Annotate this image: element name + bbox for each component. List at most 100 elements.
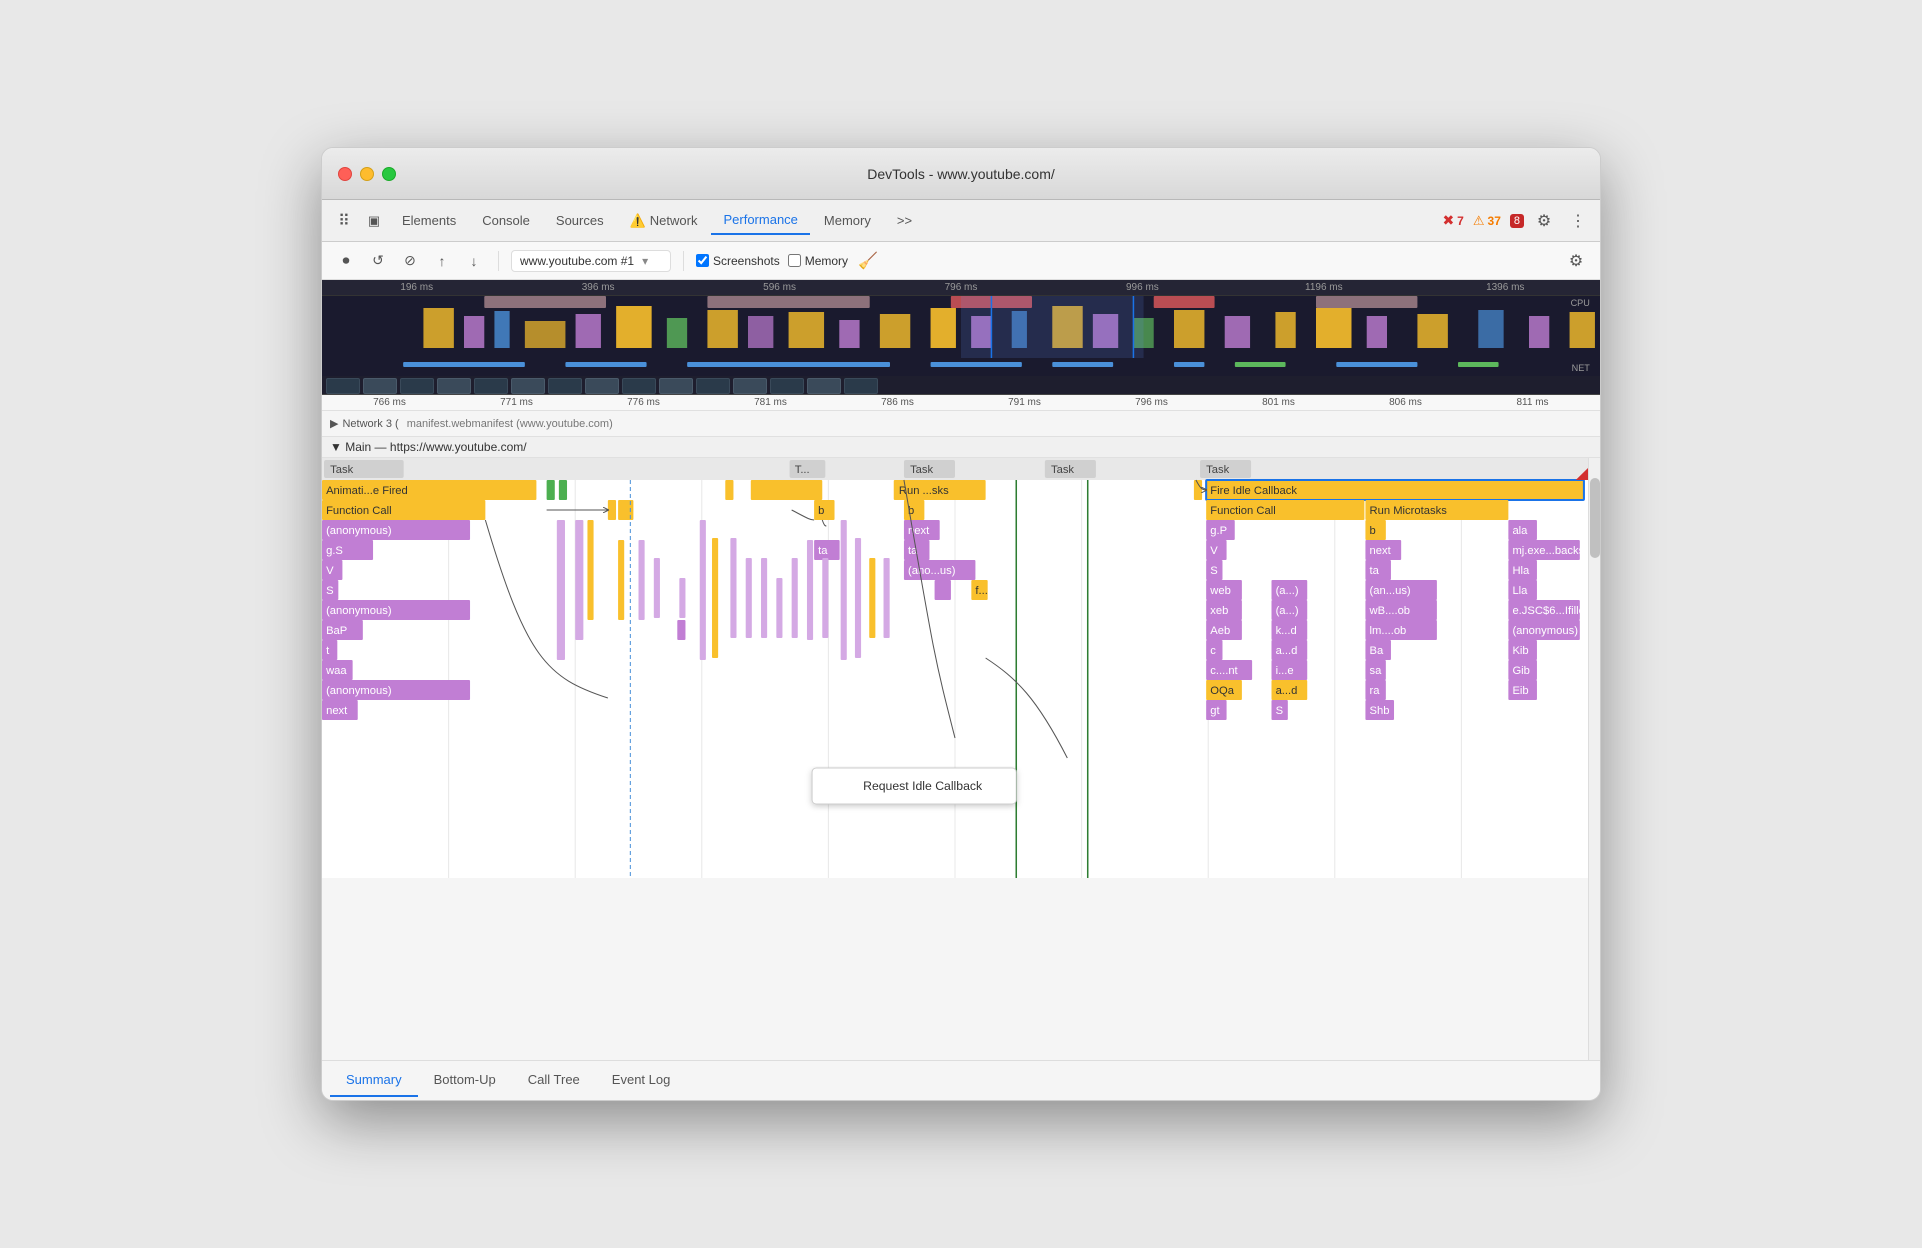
- screenshot-thumb[interactable]: [474, 378, 508, 394]
- svg-text:ala: ala: [1512, 525, 1528, 537]
- screenshot-thumb[interactable]: [326, 378, 360, 394]
- inspect-icon[interactable]: ▣: [360, 207, 388, 235]
- svg-text:i...e: i...e: [1276, 665, 1294, 677]
- svg-text:Animati...e Fired: Animati...e Fired: [326, 485, 408, 497]
- svg-text:Aeb: Aeb: [1210, 625, 1230, 637]
- network-section-label: Network 3 (: [342, 418, 398, 430]
- svg-text:mj.exe...backs_: mj.exe...backs_: [1512, 545, 1588, 557]
- minimize-button[interactable]: [360, 167, 374, 181]
- zoom-mark-9: 806 ms: [1342, 397, 1469, 408]
- screenshot-thumb[interactable]: [696, 378, 730, 394]
- tab-sources[interactable]: Sources: [544, 207, 616, 234]
- svg-text:T...: T...: [795, 464, 810, 476]
- download-button[interactable]: ↓: [462, 249, 486, 273]
- svg-text:(a...): (a...): [1276, 585, 1299, 597]
- more-options-icon[interactable]: ⋮: [1564, 207, 1592, 235]
- zoom-mark-5: 786 ms: [834, 397, 961, 408]
- collect-garbage-button[interactable]: 🧹: [856, 249, 880, 273]
- tab-memory[interactable]: Memory: [812, 207, 883, 234]
- tab-network[interactable]: ⚠️ Network: [618, 207, 710, 235]
- svg-text:Task: Task: [910, 464, 934, 476]
- clear-button[interactable]: ⊘: [398, 249, 422, 273]
- tab-elements[interactable]: Elements: [390, 207, 468, 234]
- svg-text:g.S: g.S: [326, 545, 343, 557]
- screenshots-checkbox[interactable]: [696, 254, 709, 267]
- svg-text:sa: sa: [1370, 665, 1383, 677]
- svg-text:S: S: [1276, 705, 1283, 717]
- svg-text:b: b: [1370, 525, 1376, 537]
- memory-label: Memory: [805, 254, 848, 268]
- svg-text:wB....ob: wB....ob: [1369, 605, 1411, 617]
- tab-bottom-up[interactable]: Bottom-Up: [418, 1064, 512, 1097]
- network-section-detail: manifest.webmanifest (www.youtube.com): [407, 418, 613, 430]
- screenshot-thumb[interactable]: [622, 378, 656, 394]
- memory-checkbox[interactable]: [788, 254, 801, 267]
- svg-text:Run Microtasks: Run Microtasks: [1370, 505, 1448, 517]
- flame-chart-scroll[interactable]: Task T... Task Task Task Animati...e Fir…: [322, 458, 1588, 1060]
- error-badge: ✖ 7 ⚠ 37 8: [1442, 212, 1524, 229]
- maximize-button[interactable]: [382, 167, 396, 181]
- tab-performance[interactable]: Performance: [711, 206, 809, 235]
- screenshot-thumb[interactable]: [770, 378, 804, 394]
- svg-text:V: V: [1210, 545, 1218, 557]
- svg-text:g.P: g.P: [1210, 525, 1227, 537]
- svg-text:waa: waa: [325, 665, 347, 677]
- tab-console[interactable]: Console: [470, 207, 542, 234]
- main-section-header: ▼ Main — https://www.youtube.com/: [322, 437, 1600, 458]
- tab-event-log[interactable]: Event Log: [596, 1064, 687, 1097]
- url-selector[interactable]: www.youtube.com #1 ▾: [511, 250, 671, 272]
- svg-text:t: t: [326, 645, 329, 657]
- svg-text:Fire Idle Callback: Fire Idle Callback: [1210, 485, 1297, 497]
- svg-text:web: web: [1209, 585, 1231, 597]
- toolbar-settings-button[interactable]: ⚙: [1564, 249, 1588, 273]
- screenshot-thumb[interactable]: [400, 378, 434, 394]
- zoom-mark-8: 801 ms: [1215, 397, 1342, 408]
- ruler-mark-3: 596 ms: [689, 282, 870, 293]
- zoom-mark-6: 791 ms: [961, 397, 1088, 408]
- tab-call-tree[interactable]: Call Tree: [512, 1064, 596, 1097]
- flame-chart-svg[interactable]: Task T... Task Task Task Animati...e Fir…: [322, 458, 1588, 878]
- flame-chart-container: Task T... Task Task Task Animati...e Fir…: [322, 458, 1600, 1060]
- screenshot-thumb[interactable]: [548, 378, 582, 394]
- memory-checkbox-group[interactable]: Memory: [788, 254, 848, 268]
- screenshot-thumb[interactable]: [844, 378, 878, 394]
- dropdown-arrow-icon: ▾: [642, 254, 648, 268]
- screenshot-thumb[interactable]: [363, 378, 397, 394]
- svg-text:Function Call: Function Call: [326, 505, 392, 517]
- svg-text:(anonymous): (anonymous): [326, 605, 392, 617]
- screenshot-thumb[interactable]: [659, 378, 693, 394]
- net-strip: NET: [322, 358, 1600, 376]
- screenshot-thumb[interactable]: [807, 378, 841, 394]
- screenshot-thumb[interactable]: [511, 378, 545, 394]
- close-button[interactable]: [338, 167, 352, 181]
- scrollbar-track[interactable]: [1588, 458, 1600, 1060]
- svg-text:Hla: Hla: [1512, 565, 1530, 577]
- svg-text:Lla: Lla: [1512, 585, 1528, 597]
- upload-button[interactable]: ↑: [430, 249, 454, 273]
- url-text: www.youtube.com #1: [520, 254, 634, 268]
- screenshot-thumb[interactable]: [437, 378, 471, 394]
- settings-icon[interactable]: ⚙: [1530, 207, 1558, 235]
- tab-summary[interactable]: Summary: [330, 1064, 418, 1097]
- svg-text:CPU: CPU: [1571, 298, 1590, 308]
- svg-text:c....nt: c....nt: [1210, 665, 1237, 677]
- svg-text:gt: gt: [1210, 705, 1219, 717]
- record-button[interactable]: ⏺: [334, 249, 358, 273]
- overview-timeline[interactable]: 196 ms 396 ms 596 ms 796 ms 996 ms 1196 …: [322, 280, 1600, 395]
- reload-button[interactable]: ↺: [366, 249, 390, 273]
- svg-text:Kib: Kib: [1512, 645, 1528, 657]
- svg-text:BaP: BaP: [326, 625, 347, 637]
- svg-text:S: S: [326, 585, 333, 597]
- svg-text:ta: ta: [1370, 565, 1380, 577]
- svg-text:Shb: Shb: [1370, 705, 1390, 717]
- screenshot-thumb[interactable]: [585, 378, 619, 394]
- main-content: 196 ms 396 ms 596 ms 796 ms 996 ms 1196 …: [322, 280, 1600, 1100]
- screenshots-checkbox-group[interactable]: Screenshots: [696, 254, 780, 268]
- svg-text:ta: ta: [818, 545, 828, 557]
- svg-text:Request Idle Callback: Request Idle Callback: [863, 779, 983, 793]
- tab-more[interactable]: >>: [885, 207, 924, 234]
- scrollbar-thumb[interactable]: [1590, 478, 1600, 558]
- network-toggle-icon[interactable]: ▶: [330, 417, 338, 430]
- cursor-icon[interactable]: ⠿: [330, 207, 358, 235]
- screenshot-thumb[interactable]: [733, 378, 767, 394]
